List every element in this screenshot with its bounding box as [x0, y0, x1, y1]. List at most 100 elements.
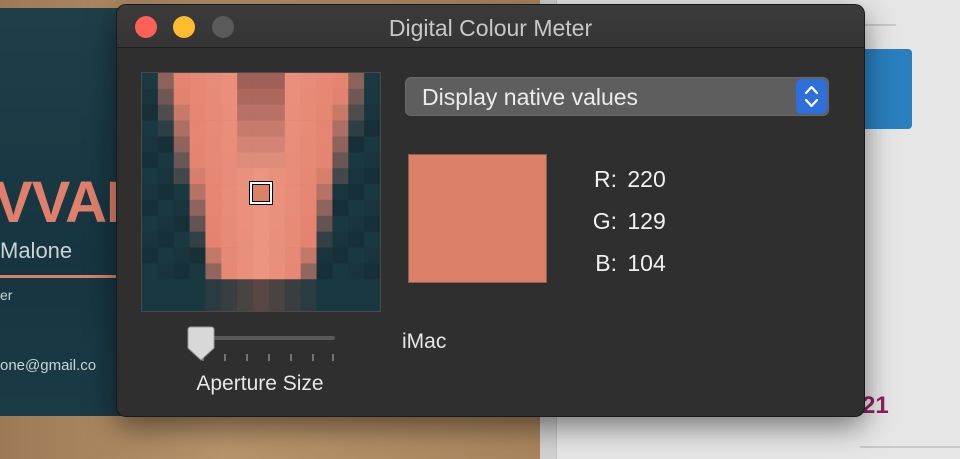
- magnified-pixel: [221, 247, 238, 264]
- magnified-pixel: [268, 136, 286, 153]
- window-title: Digital Colour Meter: [388, 15, 593, 41]
- magnified-pixel: [364, 279, 380, 296]
- magnified-pixel: [142, 184, 159, 201]
- magnified-pixel: [348, 231, 365, 248]
- magnified-pixel: [189, 215, 206, 232]
- magnified-pixel: [221, 73, 238, 90]
- magnified-pixel: [142, 104, 159, 121]
- magnified-pixel: [205, 231, 222, 248]
- magnified-pixel: [237, 231, 254, 248]
- magnified-pixel: [205, 88, 222, 106]
- magnified-pixel: [157, 199, 175, 217]
- magnified-pixel: [300, 279, 317, 296]
- magnified-pixel: [142, 120, 159, 137]
- magnified-pixel: [237, 295, 254, 311]
- magnified-pixel: [268, 152, 286, 169]
- digital-colour-meter-window: Digital Colour Meter Display native valu…: [117, 5, 864, 416]
- magnified-pixel: [221, 120, 238, 137]
- magnified-pixel: [348, 104, 365, 121]
- magnified-pixel: [142, 168, 159, 185]
- magnified-pixel: [253, 279, 270, 296]
- magnified-pixel: [332, 184, 349, 201]
- popup-stepper-icon[interactable]: [796, 79, 827, 114]
- magnified-pixel: [253, 295, 270, 311]
- magnified-pixel: [173, 215, 190, 232]
- magnified-pixel: [300, 73, 317, 90]
- background-rule-bottom: [860, 446, 960, 448]
- magnified-pixel: [205, 247, 222, 264]
- magnified-pixel: [189, 120, 206, 137]
- magnified-pixel: [300, 231, 317, 248]
- magnified-pixel: [300, 88, 317, 106]
- magnified-pixel: [268, 104, 286, 121]
- title-bar[interactable]: Digital Colour Meter: [117, 5, 864, 48]
- magnified-pixel: [205, 120, 222, 137]
- magnified-pixel: [316, 247, 333, 264]
- background-rule: [860, 24, 896, 26]
- magnified-pixel: [237, 152, 254, 169]
- magnified-pixel: [157, 263, 175, 280]
- magnified-pixel: [268, 263, 286, 280]
- magnified-pixel: [237, 279, 254, 296]
- green-value-row: G: 129: [573, 208, 666, 235]
- magnified-pixel: [268, 88, 286, 106]
- magnified-pixel: [173, 184, 190, 201]
- magnified-pixel: [284, 104, 301, 121]
- magnified-pixel: [253, 104, 270, 121]
- magnified-pixel: [157, 152, 175, 169]
- slider-knob-icon[interactable]: [185, 326, 217, 362]
- magnified-pixel: [284, 136, 301, 153]
- magnified-pixel: [364, 215, 380, 232]
- magnified-pixel: [364, 263, 380, 280]
- magnified-pixel: [316, 168, 333, 185]
- magnified-pixel: [157, 136, 175, 153]
- magnified-pixel: [364, 88, 380, 106]
- card-email: one@gmail.co: [0, 357, 97, 374]
- display-mode-popup[interactable]: Display native values: [405, 77, 829, 116]
- magnified-pixel: [268, 73, 286, 90]
- magnified-pixel: [237, 136, 254, 153]
- magnified-pixel: [364, 247, 380, 264]
- magnified-pixel: [332, 152, 349, 169]
- magnified-pixel: [348, 295, 365, 311]
- magnified-pixel: [173, 263, 190, 280]
- magnified-pixel: [284, 295, 301, 311]
- magnified-pixel: [332, 168, 349, 185]
- display-name: iMac: [402, 330, 447, 353]
- magnified-pixel: [284, 88, 301, 106]
- green-label: G:: [592, 208, 617, 234]
- magnified-pixel: [253, 73, 270, 90]
- magnified-pixel: [348, 120, 365, 137]
- magnified-pixel: [189, 73, 206, 90]
- magnified-pixel: [284, 279, 301, 296]
- magnified-pixel: [173, 73, 190, 90]
- magnified-pixel: [189, 184, 206, 201]
- magnified-pixel: [332, 104, 349, 121]
- magnified-pixel: [189, 279, 206, 296]
- magnified-pixel: [364, 73, 380, 90]
- magnified-pixel: [316, 295, 333, 311]
- magnifier-view: [141, 72, 381, 312]
- magnified-pixel: [189, 104, 206, 121]
- magnified-pixel: [173, 88, 190, 106]
- magnified-pixel: [173, 199, 190, 217]
- magnified-pixel: [364, 295, 380, 311]
- magnified-pixel: [221, 215, 238, 232]
- magnified-pixel: [221, 152, 238, 169]
- magnified-pixel: [284, 168, 301, 185]
- red-value-row: R: 220: [573, 166, 666, 193]
- blue-value: 104: [627, 250, 666, 276]
- magnified-pixel: [173, 247, 190, 264]
- magnified-pixel: [142, 263, 159, 280]
- magnified-pixel: [205, 184, 222, 201]
- red-value: 220: [627, 166, 666, 192]
- magnified-pixel: [142, 73, 159, 90]
- colour-swatch: [408, 154, 547, 283]
- magnified-pixel: [364, 120, 380, 137]
- magnified-pixel: [332, 263, 349, 280]
- magnified-pixel: [157, 88, 175, 106]
- green-value: 129: [627, 208, 666, 234]
- magnified-pixel: [348, 247, 365, 264]
- magnified-pixel: [237, 104, 254, 121]
- magnified-pixel: [221, 104, 238, 121]
